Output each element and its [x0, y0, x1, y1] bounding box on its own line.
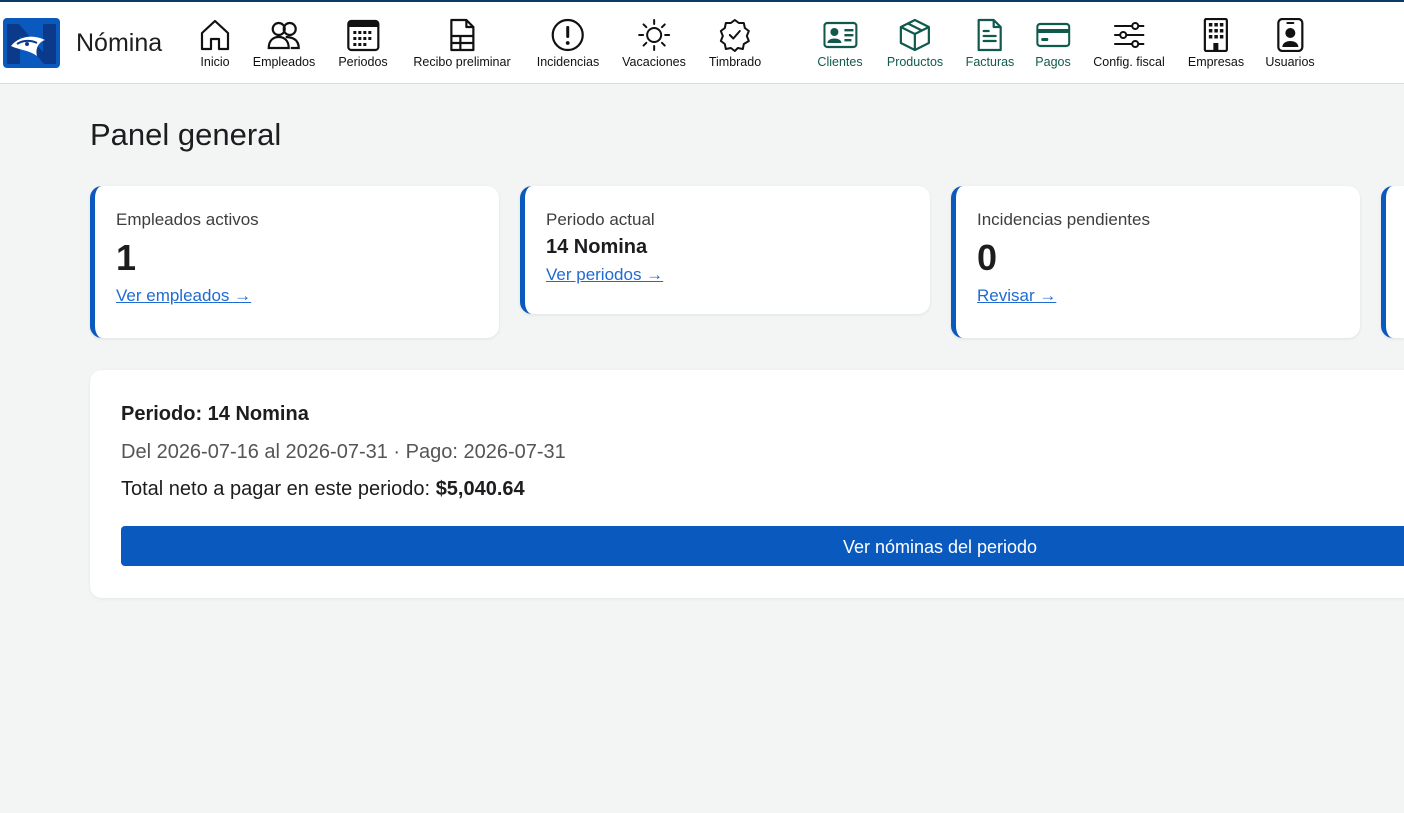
- nav-timbrado[interactable]: Timbrado: [709, 18, 761, 69]
- nav-label: Vacaciones: [622, 55, 686, 69]
- nav-label: Periodos: [338, 55, 388, 69]
- top-navigation-bar: Nómina Inicio Empleados Periodos Recibo …: [0, 0, 1404, 84]
- app-logo-icon[interactable]: [3, 18, 60, 68]
- card-incidencias-pendientes: Incidencias pendientes 0 Revisar →: [951, 186, 1360, 338]
- people-icon: [267, 21, 301, 50]
- nav-label: Empleados: [252, 55, 316, 69]
- building-icon: [1203, 18, 1229, 52]
- nav-facturas[interactable]: Facturas: [965, 18, 1015, 69]
- card-partial: [1381, 186, 1404, 338]
- id-card-icon: [822, 21, 857, 49]
- card-periodo-actual: Periodo actual 14 Nomina Ver periodos →: [520, 186, 930, 314]
- revisar-link[interactable]: Revisar →: [977, 286, 1056, 306]
- nav-label: Clientes: [817, 55, 863, 69]
- credit-card-icon: [1035, 22, 1070, 48]
- page-title: Panel general: [90, 117, 282, 152]
- nav-label: Empresas: [1187, 55, 1245, 69]
- document-table-icon: [449, 18, 475, 52]
- nav-recibo-preliminar[interactable]: Recibo preliminar: [413, 18, 511, 69]
- card-value: 0: [977, 237, 998, 278]
- nav-usuarios[interactable]: Usuarios: [1265, 18, 1315, 69]
- nav-inicio[interactable]: Inicio: [198, 18, 232, 69]
- nav-productos[interactable]: Productos: [887, 18, 943, 69]
- nav-periodos[interactable]: Periodos: [338, 18, 388, 69]
- sun-icon: [637, 19, 670, 51]
- nav-empresas[interactable]: Empresas: [1188, 18, 1244, 69]
- period-dates: Del 2026-07-16 al 2026-07-31 · Pago: 202…: [121, 441, 566, 463]
- nav-label: Usuarios: [1265, 55, 1315, 69]
- card-label: Periodo actual: [546, 210, 655, 229]
- nav-label: Config. fiscal: [1093, 55, 1165, 69]
- nav-label: Facturas: [965, 55, 1015, 69]
- ver-empleados-link[interactable]: Ver empleados →: [116, 286, 251, 306]
- nav-config-fiscal[interactable]: Config. fiscal: [1093, 18, 1165, 69]
- button-label: Ver nóminas del periodo: [842, 537, 1038, 557]
- total-label: Total neto a pagar en este periodo:: [121, 478, 431, 500]
- card-value: 14 Nomina: [546, 236, 648, 258]
- ver-nominas-button[interactable]: Ver nóminas del periodo: [121, 526, 1404, 566]
- card-value: 1: [116, 237, 137, 278]
- nav-clientes[interactable]: Clientes: [817, 18, 863, 69]
- nav-incidencias[interactable]: Incidencias: [536, 18, 600, 69]
- badge-check-icon: [720, 19, 750, 52]
- brand-title: Nómina: [76, 29, 163, 57]
- nav-vacaciones[interactable]: Vacaciones: [622, 18, 686, 69]
- home-icon: [200, 19, 230, 51]
- nav-empleados[interactable]: Empleados: [252, 18, 316, 69]
- nav-pagos[interactable]: Pagos: [1035, 18, 1071, 69]
- sliders-icon: [1114, 22, 1144, 48]
- total-value: $5,040.64: [435, 478, 525, 500]
- period-total: Total neto a pagar en este periodo: $5,0…: [121, 478, 525, 501]
- ver-periodos-link[interactable]: Ver periodos →: [546, 265, 663, 285]
- invoice-icon: [977, 18, 1003, 52]
- nav-label: Timbrado: [708, 55, 762, 69]
- calendar-icon: [346, 19, 380, 52]
- card-label: Incidencias pendientes: [977, 210, 1150, 229]
- user-badge-icon: [1276, 18, 1304, 52]
- box-icon: [899, 18, 931, 52]
- period-title: Periodo: 14 Nomina: [121, 403, 309, 425]
- nav-label: Incidencias: [536, 55, 600, 69]
- nav-label: Recibo preliminar: [413, 55, 511, 69]
- card-empleados-activos: Empleados activos 1 Ver empleados →: [90, 186, 499, 338]
- exclamation-circle-icon: [551, 18, 585, 52]
- nav-label: Pagos: [1035, 55, 1071, 69]
- card-label: Empleados activos: [116, 210, 259, 229]
- nav-label: Productos: [886, 55, 944, 69]
- nav-label: Inicio: [200, 55, 230, 69]
- period-summary-panel: Periodo: 14 Nomina Del 2026-07-16 al 202…: [90, 370, 1404, 598]
